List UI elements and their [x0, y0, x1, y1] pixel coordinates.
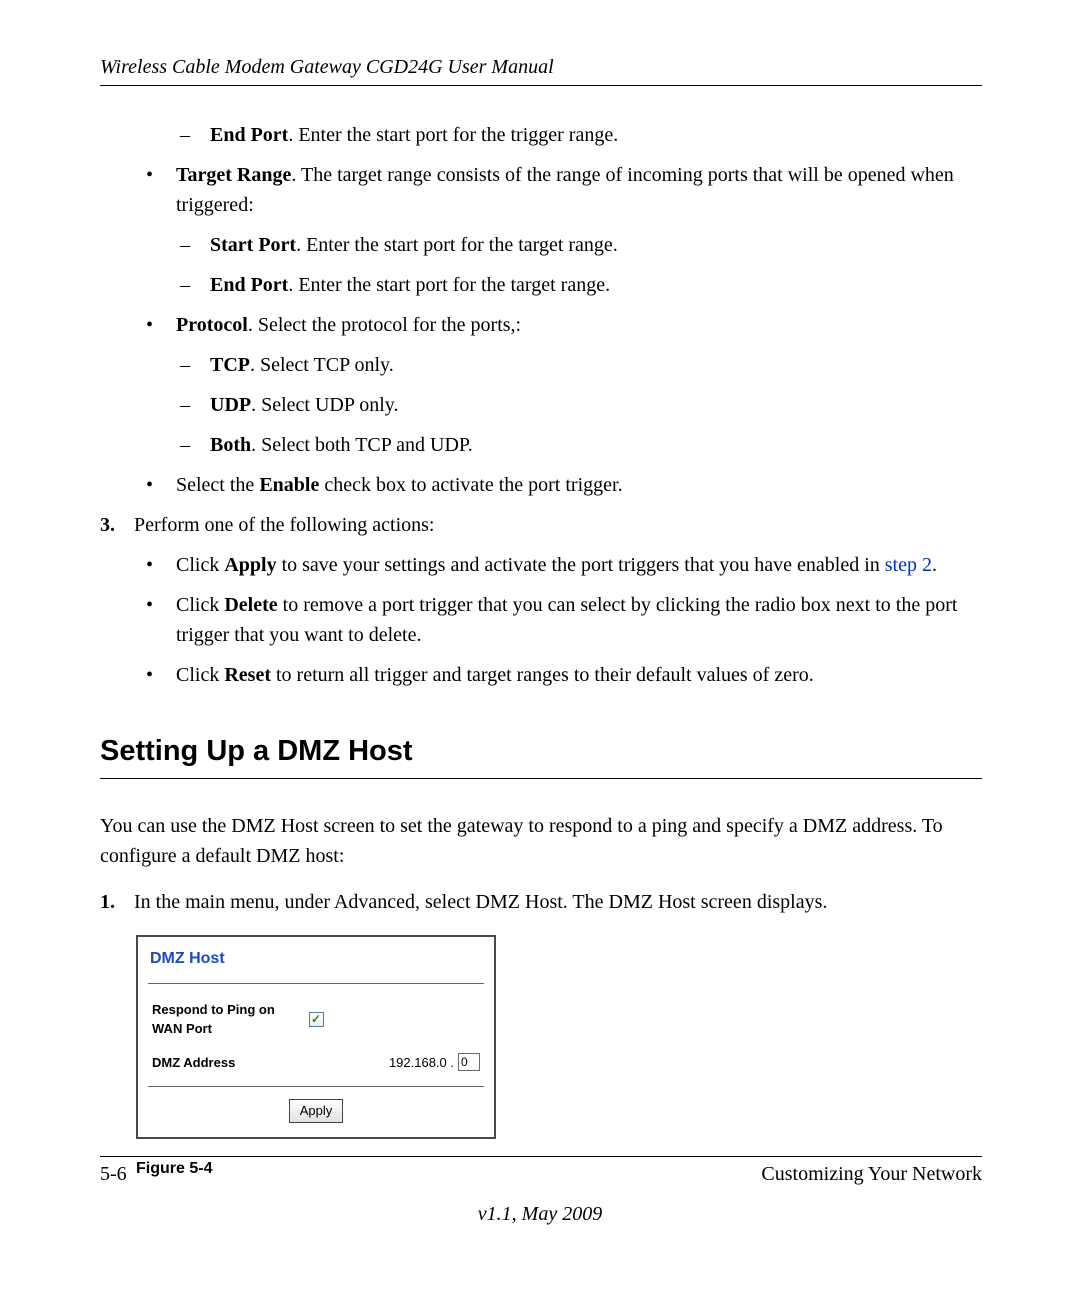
delete-prefix: Click: [176, 594, 224, 616]
screenshot-divider: [148, 983, 484, 984]
udp-label: UDP: [210, 394, 251, 416]
dmz-host-screenshot: DMZ Host Respond to Ping on WAN Port ✓ D…: [136, 935, 496, 1139]
intro-paragraph: You can use the DMZ Host screen to set t…: [100, 811, 982, 871]
bullet-target-range: • Target Range. The target range consist…: [100, 160, 982, 220]
protocol-text: . Select the protocol for the ports,:: [248, 314, 521, 336]
chapter-name: Customizing Your Network: [761, 1163, 982, 1186]
tcp-label: TCP: [210, 354, 250, 376]
bullet-delete: • Click Delete to remove a port trigger …: [100, 590, 982, 650]
step-3-number: 3.: [100, 510, 134, 540]
step-3: 3. Perform one of the following actions:: [100, 510, 982, 540]
apply-mid: to save your settings and activate the p…: [277, 554, 885, 576]
apply-bold: Apply: [224, 554, 276, 576]
ip-prefix: 192.168.0 .: [389, 1053, 454, 1073]
screenshot-title: DMZ Host: [138, 937, 494, 977]
start-port-text: . Enter the start port for the target ra…: [296, 234, 618, 256]
sub-bullet-udp: – UDP. Select UDP only.: [100, 390, 982, 420]
respond-to-ping-label: Respond to Ping on WAN Port: [152, 1000, 309, 1039]
step-1-number: 1.: [100, 887, 134, 917]
delete-suffix: to remove a port trigger that you can se…: [176, 594, 957, 646]
sub-bullet-end-port-trigger: – End Port. Enter the start port for the…: [100, 120, 982, 150]
dmz-address-row: DMZ Address 192.168.0 . 0: [138, 1053, 494, 1073]
dmz-address-label: DMZ Address: [152, 1053, 389, 1073]
bullet-apply: • Click Apply to save your settings and …: [100, 550, 982, 580]
version-footer: v1.1, May 2009: [0, 1203, 1080, 1226]
end-port-trigger-text: . Enter the start port for the trigger r…: [288, 124, 618, 146]
end-port-target-label: End Port: [210, 274, 288, 296]
apply-button[interactable]: Apply: [289, 1099, 344, 1123]
sub-bullet-both: – Both. Select both TCP and UDP.: [100, 430, 982, 460]
apply-prefix: Click: [176, 554, 224, 576]
reset-suffix: to return all trigger and target ranges …: [271, 664, 814, 686]
protocol-label: Protocol: [176, 314, 248, 336]
main-content: – End Port. Enter the start port for the…: [100, 120, 982, 1181]
respond-to-ping-row: Respond to Ping on WAN Port ✓: [138, 1000, 494, 1039]
end-port-target-text: . Enter the start port for the target ra…: [288, 274, 610, 296]
step-3-text: Perform one of the following actions:: [134, 510, 435, 540]
udp-text: . Select UDP only.: [251, 394, 398, 416]
sub-bullet-end-port-target: – End Port. Enter the start port for the…: [100, 270, 982, 300]
both-text: . Select both TCP and UDP.: [251, 434, 473, 456]
tcp-text: . Select TCP only.: [250, 354, 394, 376]
enable-suffix: check box to activate the port trigger.: [319, 474, 622, 496]
respond-to-ping-checkbox[interactable]: ✓: [309, 1012, 324, 1027]
bullet-reset: • Click Reset to return all trigger and …: [100, 660, 982, 690]
sub-bullet-tcp: – TCP. Select TCP only.: [100, 350, 982, 380]
screenshot-divider-2: [148, 1086, 484, 1087]
step-1: 1. In the main menu, under Advanced, sel…: [100, 887, 982, 917]
bullet-enable: • Select the Enable check box to activat…: [100, 470, 982, 500]
page-footer: 5-6 Customizing Your Network: [100, 1156, 982, 1186]
reset-bold: Reset: [224, 664, 271, 686]
start-port-label: Start Port: [210, 234, 296, 256]
apply-row: Apply: [138, 1097, 494, 1137]
target-range-label: Target Range: [176, 164, 291, 186]
apply-suffix: .: [932, 554, 937, 576]
page-header: Wireless Cable Modem Gateway CGD24G User…: [100, 56, 982, 86]
dmz-address-value: 192.168.0 . 0: [389, 1053, 480, 1073]
both-label: Both: [210, 434, 251, 456]
sub-bullet-start-port: – Start Port. Enter the start port for t…: [100, 230, 982, 260]
enable-bold: Enable: [259, 474, 319, 496]
enable-prefix: Select the: [176, 474, 259, 496]
page-number: 5-6: [100, 1163, 127, 1186]
dmz-last-octet-input[interactable]: 0: [458, 1053, 480, 1071]
step2-link[interactable]: step 2: [885, 554, 932, 576]
bullet-protocol: • Protocol. Select the protocol for the …: [100, 310, 982, 340]
end-port-trigger-label: End Port: [210, 124, 288, 146]
delete-bold: Delete: [224, 594, 277, 616]
step-1-text: In the main menu, under Advanced, select…: [134, 887, 827, 917]
target-range-text: . The target range consists of the range…: [176, 164, 954, 216]
reset-prefix: Click: [176, 664, 224, 686]
section-heading-dmz: Setting Up a DMZ Host: [100, 730, 982, 779]
